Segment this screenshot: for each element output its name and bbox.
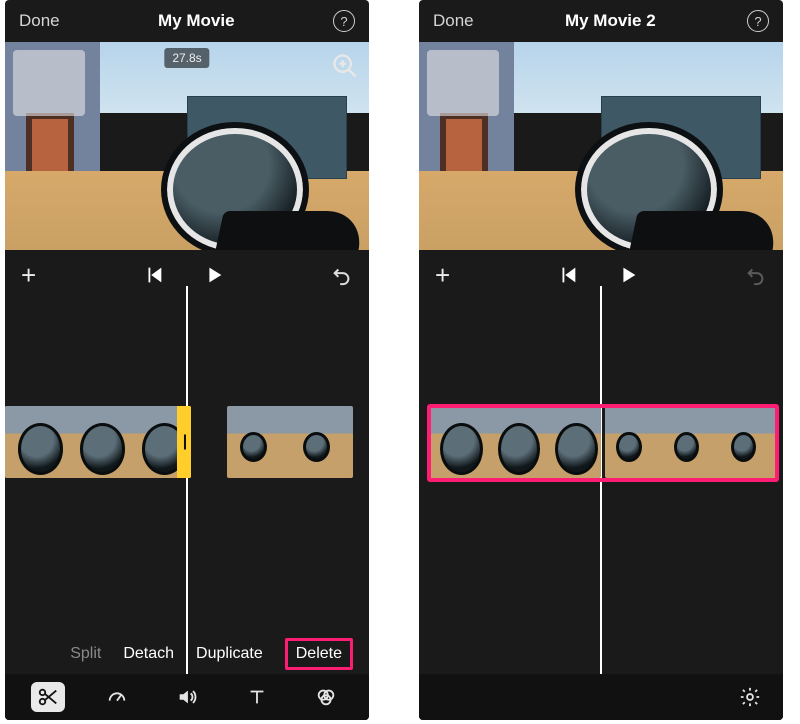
play-icon[interactable]: [617, 264, 639, 286]
timeline-clip-selected[interactable]: |: [5, 406, 191, 478]
timeline[interactable]: [419, 300, 783, 720]
done-button[interactable]: Done: [19, 11, 60, 31]
editor-screen-right: Done My Movie 2 ? +: [419, 0, 783, 720]
undo-icon: [745, 264, 767, 286]
header-bar: Done My Movie 2 ?: [419, 0, 783, 42]
volume-icon[interactable]: [170, 682, 204, 712]
help-circle-icon[interactable]: ?: [333, 10, 355, 32]
duplicate-action[interactable]: Duplicate: [196, 645, 263, 663]
video-preview[interactable]: 27.8s: [5, 42, 369, 250]
magnifier-plus-icon[interactable]: [331, 52, 359, 80]
editor-screen-left: Done My Movie ? 27.8s +: [5, 0, 369, 720]
playhead-time-chip: 27.8s: [164, 48, 209, 68]
game-minimap: [13, 50, 85, 116]
undo-icon[interactable]: [331, 264, 353, 286]
game-minimap: [427, 50, 499, 116]
split-action[interactable]: Split: [70, 645, 101, 663]
play-icon[interactable]: [203, 264, 225, 286]
done-button[interactable]: Done: [433, 11, 474, 31]
bottom-toolbar: [419, 674, 783, 720]
scissors-icon[interactable]: [31, 682, 65, 712]
help-circle-icon[interactable]: ?: [747, 10, 769, 32]
clip-context-actions: Split Detach Duplicate Delete: [5, 634, 369, 674]
project-title: My Movie: [158, 11, 235, 31]
skip-back-icon[interactable]: [143, 264, 165, 286]
video-preview[interactable]: [419, 42, 783, 250]
skip-back-icon[interactable]: [557, 264, 579, 286]
timeline[interactable]: | Split Detach Duplicate Delete: [5, 300, 369, 720]
clip-trim-handle[interactable]: |: [177, 406, 191, 478]
detach-action[interactable]: Detach: [123, 645, 174, 663]
filters-icon[interactable]: [309, 682, 343, 712]
text-icon[interactable]: [240, 682, 274, 712]
speedometer-icon[interactable]: [100, 682, 134, 712]
project-title: My Movie 2: [565, 11, 656, 31]
bottom-toolbar: [5, 674, 369, 720]
header-bar: Done My Movie ?: [5, 0, 369, 42]
add-media-button[interactable]: +: [435, 260, 450, 291]
timeline-clip[interactable]: [227, 406, 353, 478]
gear-icon[interactable]: [733, 682, 767, 712]
delete-action[interactable]: Delete: [285, 638, 353, 670]
selection-highlight: [427, 404, 779, 482]
add-media-button[interactable]: +: [21, 260, 36, 291]
